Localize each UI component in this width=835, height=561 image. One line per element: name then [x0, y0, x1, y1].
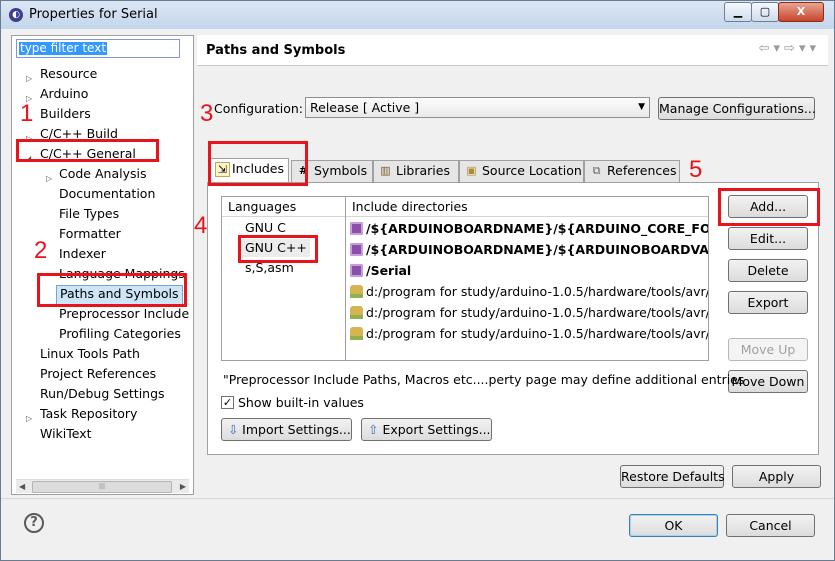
include-directories-header: Include directories	[346, 197, 708, 217]
references-icon: ⧉	[592, 164, 601, 177]
tree-item-wikitext[interactable]: WikiText	[40, 425, 92, 443]
maximize-button[interactable]: ▢	[751, 2, 779, 22]
delete-button[interactable]: Delete	[728, 259, 808, 282]
minimize-button[interactable]: ▁	[724, 2, 752, 22]
library-books-icon: ▥	[380, 164, 391, 177]
tab-libraries[interactable]: ▥ Libraries	[373, 160, 459, 182]
annotation-box-gnu-cpp	[238, 235, 318, 263]
help-icon[interactable]: ?	[24, 513, 44, 533]
dialog-button-bar: ? OK Cancel	[1, 498, 834, 561]
tree-item-task-repository[interactable]: Task Repository	[40, 405, 137, 423]
apply-button[interactable]: Apply	[732, 465, 821, 488]
window-title: Properties for Serial	[29, 7, 158, 22]
annotation-number-2: 2	[34, 237, 48, 264]
cancel-button[interactable]: Cancel	[726, 514, 815, 537]
filter-input[interactable]: type filter text	[16, 39, 180, 58]
expand-arrow-icon[interactable]: ▷	[46, 174, 52, 183]
tree-item-file-types[interactable]: File Types	[59, 205, 119, 223]
restore-defaults-button[interactable]: Restore Defaults	[620, 465, 725, 488]
tree-item-indexer[interactable]: Indexer	[59, 245, 106, 263]
tree-item-documentation[interactable]: Documentation	[59, 185, 155, 203]
tab-references[interactable]: ⧉ References	[584, 160, 680, 182]
workspace-include-icon	[350, 222, 363, 235]
include-row[interactable]: /Serial	[350, 261, 411, 281]
source-folder-icon: ▣	[466, 164, 477, 177]
eclipse-icon: ◐	[9, 8, 23, 22]
tree-item-linux-tools-path[interactable]: Linux Tools Path	[40, 345, 140, 363]
scroll-left-icon[interactable]: ◀	[19, 480, 25, 493]
filter-text: type filter text	[19, 41, 108, 55]
dropdown-arrow-icon: ▼	[638, 102, 645, 112]
menu-down-icon[interactable]: ▾	[774, 41, 785, 56]
property-page: Paths and Symbols ⇦▾⇨▾▾ Configuration: R…	[197, 35, 828, 495]
expand-arrow-icon[interactable]: ▷	[26, 414, 32, 423]
annotation-box-paths-and-symbols	[37, 273, 187, 307]
languages-header: Languages	[222, 197, 345, 217]
title-bar: ◐ Properties for Serial ▁ ▢ X	[1, 1, 834, 29]
tree-horizontal-scrollbar[interactable]: ◀ ||| ▶	[16, 479, 189, 493]
workspace-include-icon	[350, 243, 363, 256]
annotation-box-add-button	[718, 188, 820, 226]
scrollbar-thumb[interactable]: |||	[32, 481, 172, 493]
include-directories-list[interactable]: Include directories /${ARDUINOBOARDNAME}…	[345, 196, 709, 361]
tree-item-code-analysis[interactable]: Code Analysis	[59, 165, 146, 183]
properties-dialog: ◐ Properties for Serial ▁ ▢ X type filte…	[0, 0, 835, 561]
workspace-include-icon	[350, 264, 363, 277]
tree-item-builders[interactable]: Builders	[40, 105, 91, 123]
export-settings-button[interactable]: ⇧ Export Settings...	[361, 418, 492, 441]
include-row[interactable]: /${ARDUINOBOARDNAME}/${ARDUINOBOARDVARIA…	[350, 240, 708, 260]
move-up-button[interactable]: Move Up	[728, 338, 808, 361]
tree-item-project-references[interactable]: Project References	[40, 365, 156, 383]
property-tree-panel: type filter text ▷ Resource ▷ Arduino Bu…	[11, 35, 194, 495]
tree-item-formatter[interactable]: Formatter	[59, 225, 121, 243]
import-icon: ⇩	[228, 422, 239, 437]
forward-icon[interactable]: ⇨	[784, 41, 799, 56]
view-menu-icon[interactable]: ▾	[809, 41, 820, 56]
annotation-number-1: 1	[20, 100, 34, 127]
edit-button[interactable]: Edit...	[728, 227, 808, 250]
show-builtin-checkbox[interactable]: ✓	[221, 396, 234, 409]
include-row[interactable]: d:/program for study/arduino-1.0.5/hardw…	[350, 282, 708, 302]
back-icon[interactable]: ⇦	[759, 41, 774, 56]
navigation-icons: ⇦▾⇨▾▾	[759, 41, 820, 56]
page-header: Paths and Symbols ⇦▾⇨▾▾	[197, 35, 828, 66]
annotation-box-includes-tab	[208, 141, 308, 186]
folder-include-icon	[350, 306, 363, 319]
configuration-select[interactable]: Release [ Active ] ▼	[305, 97, 650, 118]
folder-include-icon	[350, 285, 363, 298]
annotation-number-3: 3	[200, 100, 214, 127]
annotation-box-cpp-general	[16, 139, 159, 162]
tree-item-run-debug-settings[interactable]: Run/Debug Settings	[40, 385, 165, 403]
export-icon: ⇧	[368, 422, 379, 437]
tree-item-resource[interactable]: Resource	[40, 65, 97, 83]
configuration-value: Release [ Active ]	[310, 100, 420, 115]
manage-configurations-button[interactable]: Manage Configurations...	[658, 97, 816, 120]
annotation-number-5: 5	[689, 156, 703, 183]
annotation-number-4: 4	[194, 212, 208, 239]
include-row[interactable]: d:/program for study/arduino-1.0.5/hardw…	[350, 303, 708, 323]
page-title: Paths and Symbols	[206, 43, 346, 58]
tree-item-arduino[interactable]: Arduino	[40, 85, 88, 103]
tree-item-profiling-categories[interactable]: Profiling Categories	[59, 325, 181, 343]
show-builtin-label: Show built-in values	[238, 395, 364, 410]
scroll-right-icon[interactable]: ▶	[180, 480, 186, 493]
tree-item-preprocessor-include[interactable]: Preprocessor Include	[59, 305, 189, 323]
menu-down-icon[interactable]: ▾	[799, 41, 810, 56]
preprocessor-note: "Preprocessor Include Paths, Macros etc.…	[223, 372, 745, 387]
export-button[interactable]: Export	[728, 291, 808, 314]
configuration-label: Configuration:	[214, 101, 303, 116]
tab-source-location[interactable]: ▣ Source Location	[459, 160, 584, 182]
include-row[interactable]: d:/program for study/arduino-1.0.5/hardw…	[350, 324, 708, 344]
include-row[interactable]: /${ARDUINOBOARDNAME}/${ARDUINO_CORE_FOLD…	[350, 219, 708, 239]
folder-include-icon	[350, 327, 363, 340]
ok-button[interactable]: OK	[629, 514, 718, 537]
import-settings-button[interactable]: ⇩ Import Settings...	[221, 418, 352, 441]
close-button[interactable]: X	[778, 2, 824, 22]
expand-arrow-icon[interactable]: ▷	[26, 74, 32, 83]
